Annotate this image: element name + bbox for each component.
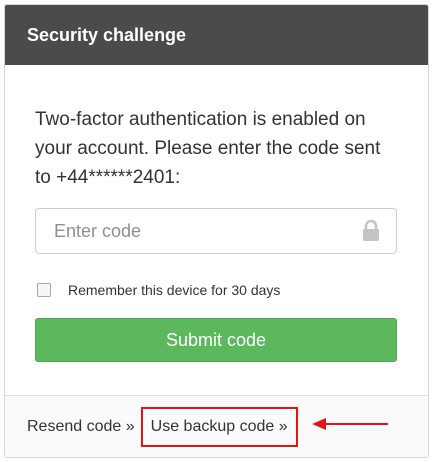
security-challenge-card: Security challenge Two-factor authentica… bbox=[4, 4, 429, 458]
backup-code-highlight: Use backup code » bbox=[140, 406, 298, 447]
remember-device-checkbox[interactable] bbox=[37, 283, 51, 297]
remember-device-row: Remember this device for 30 days bbox=[35, 280, 398, 300]
card-body: Two-factor authentication is enabled on … bbox=[5, 65, 428, 362]
two-factor-message: Two-factor authentication is enabled on … bbox=[35, 109, 381, 188]
submit-code-label: Submit code bbox=[165, 329, 267, 350]
code-input-wrapper bbox=[35, 208, 397, 254]
code-input[interactable] bbox=[35, 208, 397, 254]
annotation-arrow-icon bbox=[312, 418, 388, 430]
remember-device-label: Remember this device for 30 days bbox=[68, 282, 281, 298]
lock-icon bbox=[363, 220, 379, 241]
page-title: Security challenge bbox=[27, 24, 187, 45]
card-header: Security challenge bbox=[5, 5, 428, 65]
use-backup-code-link[interactable]: Use backup code » bbox=[151, 418, 288, 436]
resend-code-link[interactable]: Resend code » bbox=[27, 418, 135, 436]
submit-code-button[interactable]: Submit code bbox=[35, 318, 397, 362]
